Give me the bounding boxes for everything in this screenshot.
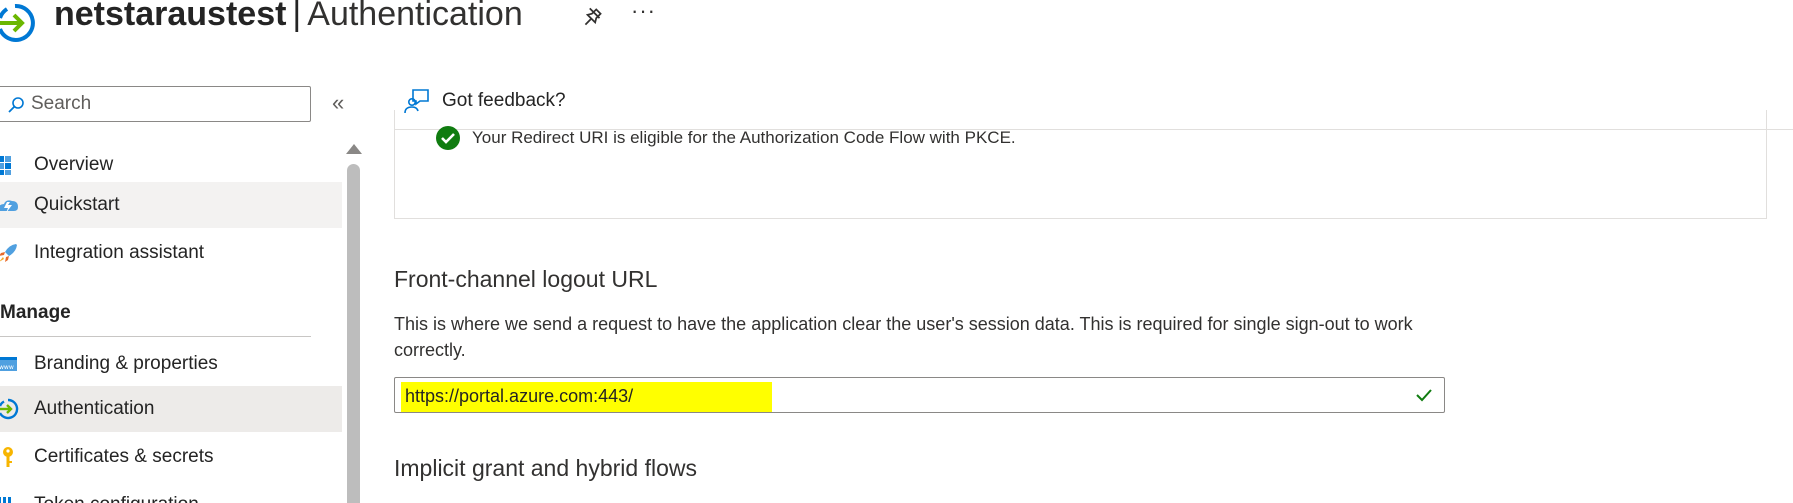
sidebar-item-label: Authentication	[34, 398, 155, 419]
sidebar-item-label: Quickstart	[34, 194, 120, 215]
manage-section-header: Manage	[0, 302, 71, 323]
implicit-grant-heading: Implicit grant and hybrid flows	[394, 455, 697, 481]
valid-check-icon	[1416, 389, 1432, 402]
manage-divider	[0, 336, 311, 337]
success-check-icon	[436, 126, 460, 150]
authentication-icon	[0, 3, 35, 42]
sidebar-item-label: Integration assistant	[34, 242, 205, 263]
sidebar-item-label: Certificates & secrets	[34, 446, 214, 467]
svg-text:www: www	[0, 364, 14, 371]
collapse-sidebar-button[interactable]: «	[332, 90, 344, 116]
sidebar-scrollbar[interactable]	[347, 164, 360, 503]
pin-icon[interactable]	[580, 4, 606, 30]
logout-url-input[interactable]	[405, 383, 1105, 409]
bars-icon	[0, 497, 11, 503]
search-input[interactable]	[31, 92, 301, 116]
sidebar-search[interactable]	[0, 86, 311, 122]
rocket-icon	[0, 244, 17, 262]
sidebar-item-certificates[interactable]: Certificates & secrets	[0, 434, 342, 480]
sidebar-item-label: Branding & properties	[34, 353, 218, 374]
key-icon	[3, 447, 13, 467]
authentication-page: netstaraustest|Authentication ··· « Over…	[0, 0, 1793, 503]
feedback-button[interactable]: Got feedback?	[404, 88, 566, 114]
front-channel-logout-description: This is where we send a request to have …	[394, 314, 1413, 360]
app-name: netstaraustest	[54, 0, 287, 33]
feedback-label: Got feedback?	[442, 90, 566, 111]
pkce-eligibility-message: Your Redirect URI is eligible for the Au…	[436, 126, 1016, 150]
quickstart-cloud-icon	[0, 200, 18, 213]
sidebar-item-branding[interactable]: www Branding & properties	[0, 341, 342, 387]
scroll-up-arrow[interactable]	[346, 144, 362, 154]
section-name: Authentication	[307, 0, 523, 33]
title-separator: |	[292, 0, 302, 33]
pkce-message-text: Your Redirect URI is eligible for the Au…	[472, 128, 1016, 147]
front-channel-logout-heading: Front-channel logout URL	[394, 266, 658, 292]
logout-url-field[interactable]	[394, 377, 1445, 413]
search-icon	[8, 97, 24, 113]
sidebar-item-label: Token configuration	[34, 494, 199, 503]
feedback-person-icon	[404, 89, 429, 114]
overview-grid-icon	[0, 156, 11, 175]
authentication-icon	[0, 398, 19, 420]
sidebar-item-quickstart[interactable]: Quickstart	[0, 182, 342, 228]
sidebar-item-authentication[interactable]: Authentication	[0, 386, 342, 432]
page-title: netstaraustest | Authentication	[54, 0, 523, 34]
sidebar-item-label: Overview	[34, 154, 114, 175]
more-actions-button[interactable]: ···	[631, 0, 656, 24]
branding-www-icon: www	[0, 357, 17, 371]
sidebar-item-integration-assistant[interactable]: Integration assistant	[0, 230, 342, 276]
sidebar-item-token-configuration[interactable]: Token configuration	[0, 482, 342, 503]
